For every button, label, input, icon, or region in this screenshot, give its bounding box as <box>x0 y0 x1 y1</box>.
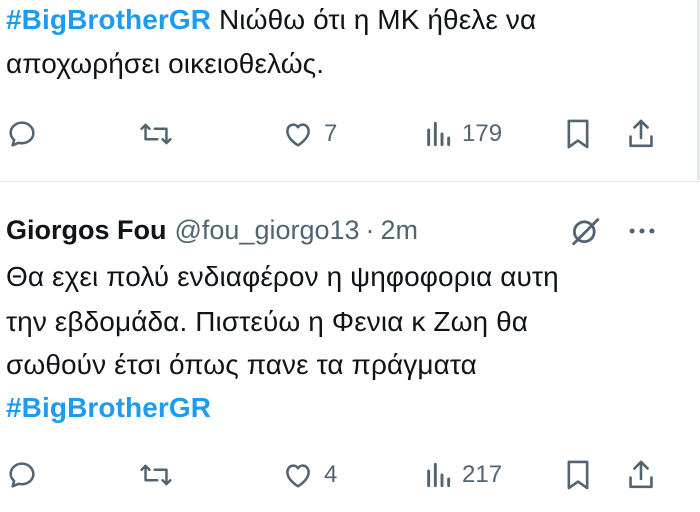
retweet-button[interactable] <box>139 114 173 154</box>
tweet-2-header: Giorgos Fou @fou_giorgo13 · 2m <box>6 210 418 250</box>
bookmark-button[interactable] <box>563 455 593 495</box>
like-count: 4 <box>324 461 338 488</box>
views-chart-icon <box>427 462 451 488</box>
tweet-2-action-bar: 4 217 <box>0 455 700 495</box>
share-button[interactable] <box>625 455 657 495</box>
retweet-icon <box>140 123 172 145</box>
reply-icon <box>9 462 35 488</box>
tweet-1-text: Νιώθω ότι η ΜΚ ήθελε να <box>211 4 537 35</box>
hashtag-link[interactable]: #BigBrotherGR <box>6 392 211 423</box>
author-handle[interactable]: @fou_giorgo13 <box>174 215 359 246</box>
share-icon <box>629 460 653 489</box>
tweet-2-text-line-1: Θα εχει πολύ ενδιαφέρον η ψηφοφορια αυτη <box>6 261 559 292</box>
like-button[interactable]: 7 <box>282 114 337 154</box>
like-count: 7 <box>324 120 338 147</box>
dot-separator: · <box>365 214 375 245</box>
hashtag-link[interactable]: #BigBrotherGR <box>6 4 211 35</box>
views-button[interactable]: 217 <box>424 455 502 495</box>
views-chart-icon <box>427 121 451 147</box>
author-name[interactable]: Giorgos Fou <box>6 215 166 246</box>
tweet-2-hashtag-line: #BigBrotherGR <box>6 386 211 430</box>
bookmark-icon <box>567 460 589 490</box>
timestamp[interactable]: 2m <box>381 215 419 246</box>
bookmark-icon <box>567 119 589 149</box>
tweet-divider <box>0 181 700 182</box>
views-button[interactable]: 179 <box>424 114 502 154</box>
heart-icon <box>286 464 310 488</box>
reply-icon <box>9 121 35 147</box>
share-button[interactable] <box>625 114 657 154</box>
reply-button[interactable] <box>6 114 38 154</box>
tweet-2-text-line-3: σωθούν έτσι όπως πανε τα πράγματα <box>6 349 477 380</box>
tweet-1-text-line-1: #BigBrotherGR Νιώθω ότι η ΜΚ ήθελε να <box>6 0 536 42</box>
retweet-icon <box>140 464 172 486</box>
view-count: 217 <box>462 461 503 488</box>
tweet-1-text-line-2: αποχωρήσει οικειοθελώς. <box>6 48 325 79</box>
tweet-2-text-line-2: την εβδομάδα. Πιστεύω η Φενια κ Ζωη θα <box>6 306 529 337</box>
more-icon <box>629 228 655 234</box>
bookmark-button[interactable] <box>563 114 593 154</box>
reply-button[interactable] <box>6 455 38 495</box>
grok-icon <box>572 218 600 246</box>
grok-button[interactable] <box>568 212 602 250</box>
share-icon <box>629 119 653 148</box>
tweet-1-action-bar: 7 179 <box>0 114 700 154</box>
heart-icon <box>286 123 310 147</box>
more-options-button[interactable] <box>624 212 660 250</box>
retweet-button[interactable] <box>139 455 173 495</box>
like-button[interactable]: 4 <box>282 455 337 495</box>
view-count: 179 <box>462 120 503 147</box>
